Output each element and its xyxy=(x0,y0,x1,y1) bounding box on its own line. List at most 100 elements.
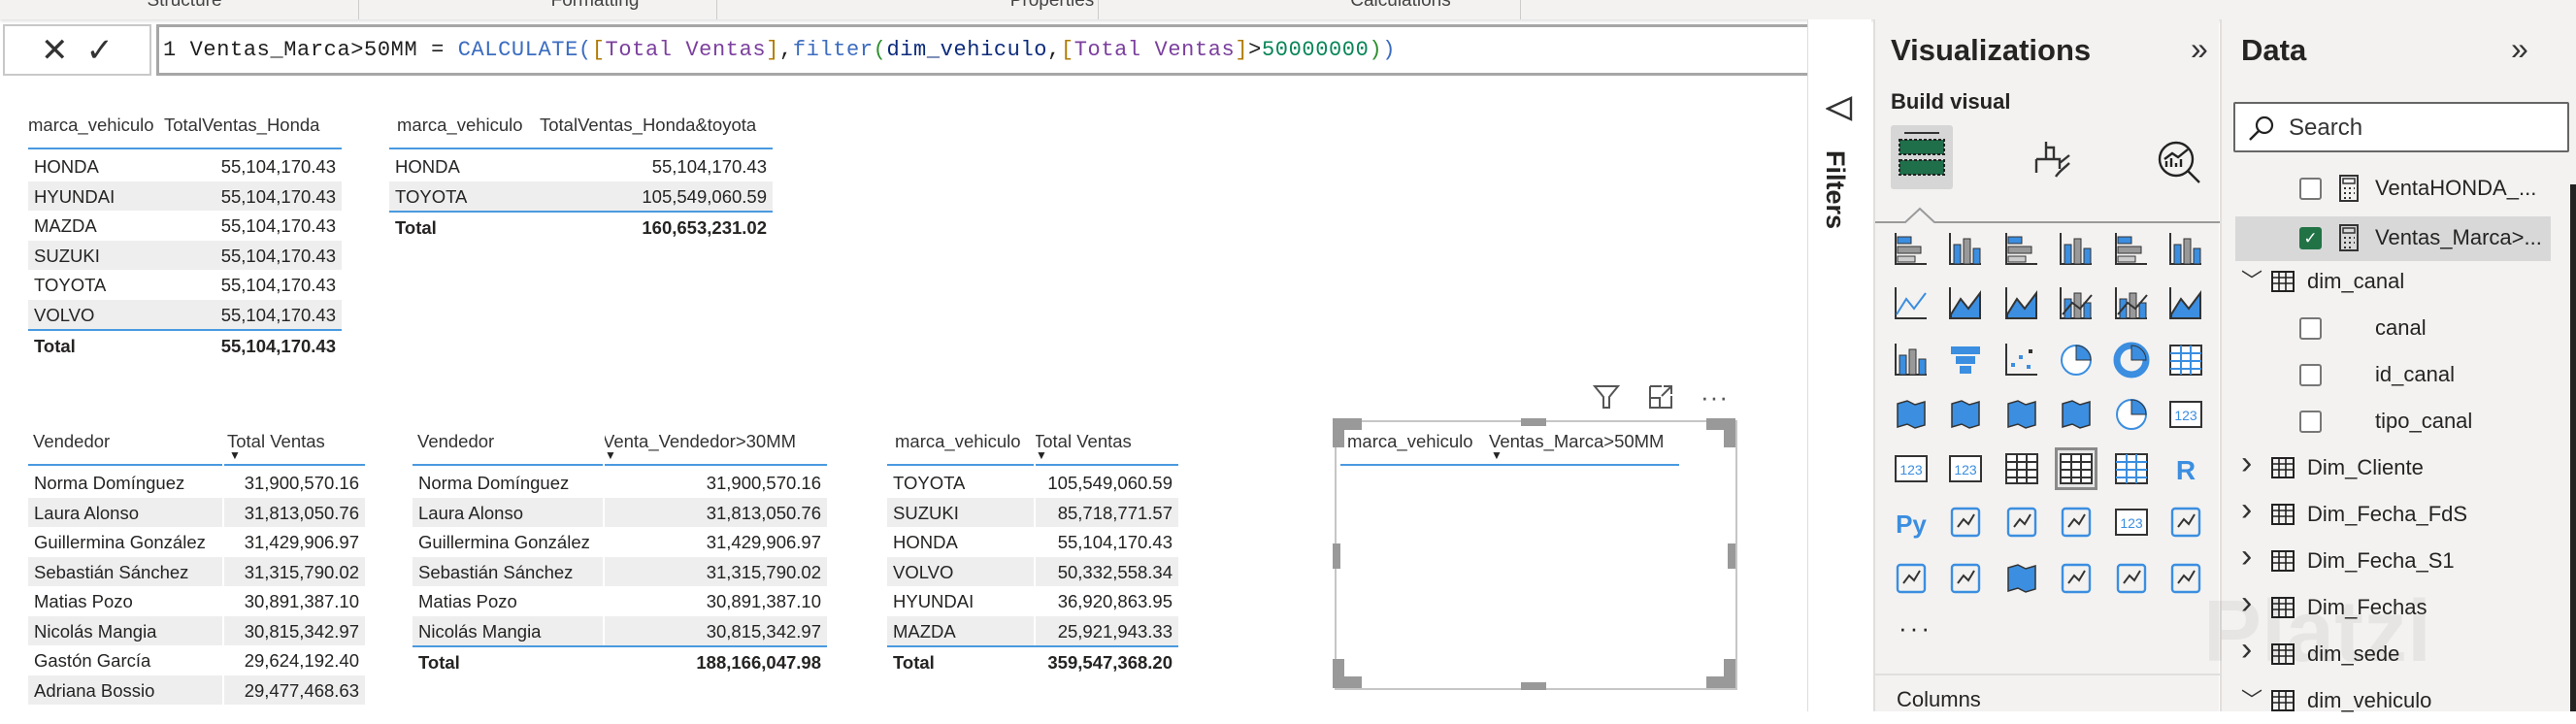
tab-calculations[interactable]: Calculations xyxy=(1350,0,1451,12)
field-list-item[interactable]: VentaHONDA_... xyxy=(2222,167,2576,212)
filters-label[interactable]: Filters xyxy=(1820,150,1850,229)
table-visual[interactable]: Vendedor Total Ventas ▼ Norma Domínguez 31,9… xyxy=(28,425,365,705)
power-apps-icon[interactable] xyxy=(1947,560,1984,597)
table-row[interactable]: Laura Alonso 31,813,050.76 xyxy=(28,497,365,527)
metrics-icon[interactable] xyxy=(2167,504,2204,541)
field-list-item[interactable]: › Dim_Cliente xyxy=(2222,444,2576,491)
chevron-down-icon[interactable]: ﹀ xyxy=(2241,264,2262,295)
custom-visual-icon[interactable] xyxy=(2167,560,2204,597)
table-row[interactable]: Sebastián Sánchez 31,315,790.02 xyxy=(413,556,827,586)
power-automate-icon[interactable] xyxy=(2113,560,2150,597)
table-row[interactable]: VOLVO 50,332,558.34 xyxy=(887,556,1178,586)
resize-handle[interactable] xyxy=(1728,543,1735,569)
sort-descending-icon[interactable]: ▼ xyxy=(229,448,241,462)
resize-handle[interactable] xyxy=(1706,676,1735,688)
column-header[interactable]: marca_vehiculo xyxy=(397,115,523,136)
focus-mode-icon[interactable] xyxy=(1646,382,1675,411)
formula-bar[interactable]: 1 Ventas_Marca>50MM = CALCULATE([Total V… xyxy=(156,24,1862,76)
ribbon-chart-icon[interactable] xyxy=(2167,285,2204,322)
table-row[interactable]: Matias Pozo 30,891,387.10 xyxy=(413,586,827,616)
checkbox[interactable] xyxy=(2299,411,2322,433)
table-row[interactable]: Sebastián Sánchez 31,315,790.02 xyxy=(28,556,365,586)
resize-handle[interactable] xyxy=(1333,676,1362,688)
resize-handle[interactable] xyxy=(1521,682,1546,690)
table-row[interactable]: HONDA 55,104,170.43 xyxy=(389,151,773,181)
table-row[interactable]: VOLVO 55,104,170.43 xyxy=(28,299,342,329)
field-list-item[interactable]: ﹀ dim_vehiculo xyxy=(2222,679,2576,724)
build-visual-tab[interactable] xyxy=(1891,125,1953,189)
checkbox[interactable] xyxy=(2299,364,2322,386)
filter-icon[interactable] xyxy=(1592,382,1621,411)
checkbox[interactable]: ✓ xyxy=(2299,227,2322,249)
smart-narrative-icon[interactable]: 123 xyxy=(2113,504,2150,541)
line-clustered-column-chart-icon[interactable] xyxy=(2113,285,2150,322)
column-header[interactable]: marca_vehiculo xyxy=(28,115,154,136)
table-row[interactable]: Gastón García 29,624,192.40 xyxy=(28,645,365,675)
table-row[interactable]: Norma Domínguez 31,900,570.16 xyxy=(28,468,365,498)
field-list-item[interactable]: › Dim_Fecha_S1 xyxy=(2222,538,2576,584)
matrix-icon[interactable] xyxy=(2113,450,2150,487)
gauge-icon[interactable] xyxy=(2113,396,2150,433)
checkbox[interactable] xyxy=(2299,178,2322,200)
commit-icon[interactable]: ✓ xyxy=(86,31,115,70)
scrollbar[interactable] xyxy=(2570,184,2576,711)
kpi-icon[interactable]: 123 xyxy=(1947,450,1984,487)
field-list-item[interactable]: canal xyxy=(2222,307,2576,351)
decomposition-tree-icon[interactable] xyxy=(2003,504,2040,541)
100-stacked-bar-chart-icon[interactable] xyxy=(2113,231,2150,268)
shape-map-icon[interactable] xyxy=(2003,396,2040,433)
qa-icon[interactable] xyxy=(2058,504,2095,541)
line-stacked-column-chart-icon[interactable] xyxy=(2058,285,2095,322)
resize-handle[interactable] xyxy=(1706,418,1735,430)
cancel-icon[interactable]: ✕ xyxy=(41,31,69,70)
chevron-right-icon[interactable]: › xyxy=(2241,538,2252,576)
table-row[interactable]: Laura Alonso 31,813,050.76 xyxy=(413,497,827,527)
resize-handle[interactable] xyxy=(1521,418,1546,426)
tab-properties[interactable]: Properties xyxy=(1010,0,1095,12)
table-row[interactable]: SUZUKI 55,104,170.43 xyxy=(28,240,342,270)
table-row[interactable]: TOYOTA 55,104,170.43 xyxy=(28,270,342,300)
tab-structure[interactable]: Structure xyxy=(147,0,221,12)
stacked-bar-chart-icon[interactable] xyxy=(1893,231,1930,268)
table-row[interactable]: HONDA 55,104,170.43 xyxy=(28,151,342,181)
column-header[interactable]: marca_vehiculo xyxy=(895,431,1021,452)
column-header[interactable]: TotalVentas_Honda xyxy=(164,115,319,136)
column-header[interactable]: Total Ventas xyxy=(1034,431,1132,452)
resize-handle[interactable] xyxy=(1333,543,1340,569)
chevron-down-icon[interactable]: ﹀ xyxy=(2241,683,2262,714)
table-row[interactable]: Adriana Bossio 29,477,468.63 xyxy=(28,675,365,705)
clustered-bar-chart-icon[interactable] xyxy=(2003,231,2040,268)
chevron-right-icon[interactable]: › xyxy=(2241,444,2252,482)
chevron-right-icon[interactable]: › xyxy=(2241,491,2252,529)
table-visual[interactable]: marca_vehiculo TotalVentas_Honda HONDA 55,1… xyxy=(28,109,342,362)
python-visual-icon[interactable]: Py xyxy=(1893,504,1930,541)
column-header[interactable]: TotalVentas_Honda&toyota xyxy=(540,115,756,136)
arcgis-map-icon[interactable] xyxy=(2003,560,2040,597)
100-stacked-column-chart-icon[interactable] xyxy=(2167,231,2204,268)
table-row[interactable]: Norma Domínguez 31,900,570.16 xyxy=(413,468,827,498)
table-row[interactable]: Nicolás Mangia 30,815,342.97 xyxy=(28,615,365,645)
column-header[interactable]: Vendedor xyxy=(417,431,494,452)
slicer-icon[interactable] xyxy=(2003,450,2040,487)
format-visual-icon[interactable] xyxy=(2029,138,2073,184)
table-icon[interactable] xyxy=(2055,447,2097,490)
table-row[interactable]: HYUNDAI 55,104,170.43 xyxy=(28,181,342,211)
collapse-icon[interactable]: » xyxy=(2511,31,2528,67)
filters-pane-collapsed[interactable]: Filters xyxy=(1807,19,1871,711)
scatter-chart-icon[interactable] xyxy=(2003,342,2040,378)
paginated-report-icon[interactable] xyxy=(1893,560,1930,597)
r-visual-icon[interactable]: R xyxy=(2167,450,2204,487)
donut-chart-icon[interactable] xyxy=(2113,342,2150,378)
table-visual[interactable]: Vendedor Venta_Vendedor>30MM ▼ Norma Domíng… xyxy=(413,425,827,678)
map-icon[interactable] xyxy=(1893,396,1930,433)
stacked-area-chart-icon[interactable] xyxy=(2003,285,2040,322)
clustered-column-chart-icon[interactable] xyxy=(2058,231,2095,268)
field-list-item[interactable]: › Dim_Fecha_FdS xyxy=(2222,491,2576,538)
tab-formatting[interactable]: Formatting xyxy=(551,0,640,12)
sort-descending-icon[interactable]: ▼ xyxy=(1036,448,1047,462)
line-chart-icon[interactable] xyxy=(1893,285,1930,322)
sort-descending-icon[interactable]: ▼ xyxy=(605,448,616,462)
column-header[interactable]: Vendedor xyxy=(33,431,110,452)
table-row[interactable]: Nicolás Mangia 30,815,342.97 xyxy=(413,615,827,645)
table-visual[interactable]: marca_vehiculo TotalVentas_Honda&toyota HO… xyxy=(389,109,773,244)
